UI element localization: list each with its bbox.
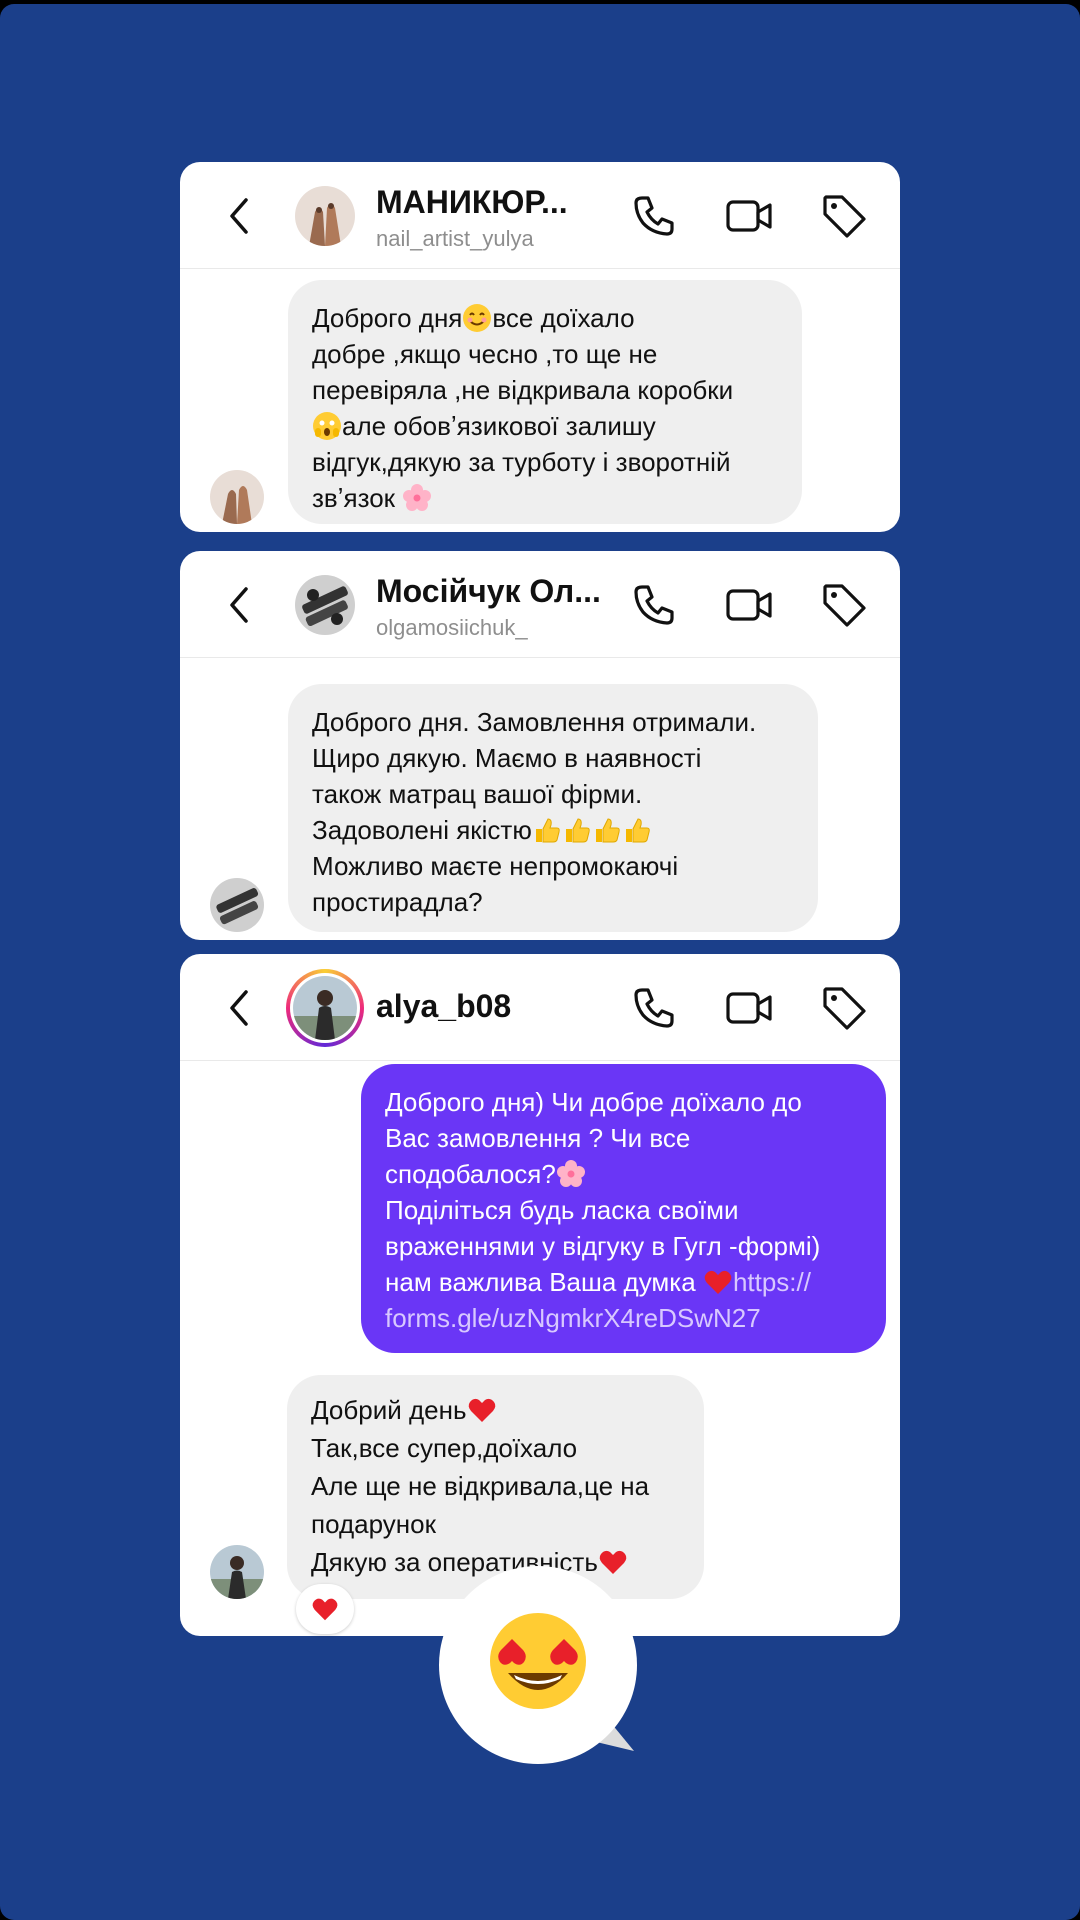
sender-avatar[interactable] (210, 1545, 264, 1599)
chat-card-mosiichuk: Мосійчук Ол... olgamosiichuk_ Доброго дн… (180, 551, 900, 940)
message-line: все доїхало (492, 303, 635, 333)
message-line: Можливо маєте непромокаючі (312, 851, 679, 881)
contact-username: nail_artist_yulya (376, 226, 534, 251)
chat-header: alya_b08 (180, 954, 900, 1061)
message-line: Задоволені якістю (312, 815, 532, 845)
tag-icon[interactable] (820, 192, 868, 240)
red-heart-icon (312, 1598, 338, 1621)
contact-name: Мосійчук Ол... (376, 573, 601, 609)
message-line: враженнями у відгуку в Гугл -формі) (385, 1231, 821, 1261)
message-line: простирадла? (312, 887, 483, 917)
message-line: також матрац вашої фірми. (312, 779, 643, 809)
thumbs-up-icon (565, 818, 590, 843)
message-line: Але ще не відкривала,це на (311, 1471, 650, 1501)
cherry-blossom-icon (556, 1160, 585, 1187)
message-line: сподобалося? (385, 1159, 556, 1189)
message-line: відгук,дякую за турботу і зворотній (312, 447, 731, 477)
message-line: Доброго дня (312, 303, 463, 333)
video-icon[interactable] (725, 581, 773, 629)
message-line: але обовʼязикової залишу (342, 411, 656, 441)
message-line: нам важлива Ваша думка (385, 1267, 696, 1297)
phone-icon[interactable] (630, 581, 678, 629)
outgoing-message[interactable]: Доброго дня) Чи добре доїхало до Вас зам… (361, 1064, 886, 1353)
incoming-message[interactable]: Доброго дня. Замовлення отримали. Щиро д… (288, 684, 818, 932)
chat-card-alya: alya_b08 Доброго дня) Чи добре доїхало д… (180, 954, 900, 1636)
phone-icon[interactable] (630, 984, 678, 1032)
thumbs-up-icon (595, 818, 620, 843)
avatar-story-ring[interactable] (286, 969, 364, 1047)
message-line: добре ,якщо чесно ,то ще не (312, 339, 658, 369)
contact-username: olgamosiichuk_ (376, 615, 528, 640)
cherry-blossom-icon (403, 484, 432, 511)
avatar[interactable] (295, 575, 355, 635)
back-icon[interactable] (220, 196, 260, 236)
thumbs-up-icon (625, 818, 650, 843)
smiling-face-icon (463, 304, 492, 332)
message-line: Щиро дякую. Маємо в наявності (312, 743, 702, 773)
heart-reaction[interactable] (296, 1584, 354, 1634)
message-line: звʼязок (312, 483, 396, 513)
thumbs-up-icon (535, 818, 560, 843)
message-line: Доброго дня) Чи добре доїхало до (385, 1087, 802, 1117)
sender-avatar[interactable] (210, 470, 264, 524)
back-icon[interactable] (220, 585, 260, 625)
tag-icon[interactable] (820, 581, 868, 629)
message-line: Поділіться будь ласка своїми (385, 1195, 739, 1225)
contact-name: alya_b08 (376, 988, 512, 1024)
message-line: Доброго дня. Замовлення отримали. (312, 707, 757, 737)
red-heart-icon (468, 1398, 495, 1422)
contact-name: МАНИКЮР... (376, 184, 568, 220)
phone-icon[interactable] (630, 192, 678, 240)
chat-card-manicure: МАНИКЮР... nail_artist_yulya Доброго дня… (180, 162, 900, 532)
heart-eyes-emoji-icon (490, 1613, 586, 1709)
red-heart-icon (704, 1270, 732, 1294)
chat-header: МАНИКЮР... nail_artist_yulya (180, 162, 900, 269)
heart-eyes-sticker (439, 1566, 637, 1764)
tag-icon[interactable] (820, 984, 868, 1032)
avatar (293, 976, 357, 1040)
video-icon[interactable] (725, 984, 773, 1032)
incoming-message[interactable]: Доброго дня все доїхало добре ,якщо чесно… (288, 280, 802, 524)
sender-avatar[interactable] (210, 878, 264, 932)
message-line: Так,все супер,доїхало (311, 1433, 578, 1463)
shocked-face-icon (313, 412, 341, 440)
video-icon[interactable] (725, 192, 773, 240)
form-link[interactable]: forms.gle/uzNgmkrX4reDSwN27 (385, 1300, 862, 1336)
back-icon[interactable] (220, 988, 260, 1028)
message-line: перевіряла ,не відкривала коробки (312, 375, 734, 405)
avatar[interactable] (295, 186, 355, 246)
form-link[interactable]: https:// (733, 1267, 811, 1297)
chat-header: Мосійчук Ол... olgamosiichuk_ (180, 551, 900, 658)
message-line: Вас замовлення ? Чи все (385, 1123, 691, 1153)
message-line: Добрий день (311, 1395, 467, 1425)
message-line: подарунок (311, 1509, 436, 1539)
